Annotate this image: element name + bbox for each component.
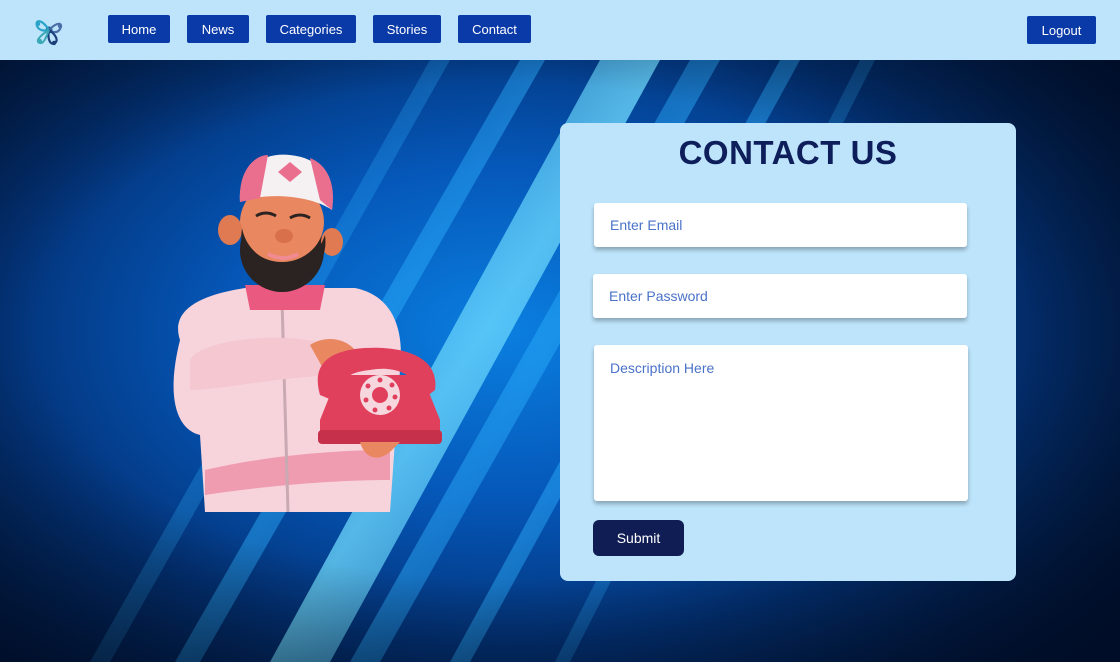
logout-button[interactable]: Logout [1027,16,1096,44]
nav-contact-button[interactable]: Contact [458,15,531,43]
email-input[interactable] [594,203,967,247]
submit-button[interactable]: Submit [593,520,684,556]
contact-title: CONTACT US [678,134,898,171]
top-navbar: Home News Categories Stories Contact Log… [0,0,1120,60]
nav-stories-button[interactable]: Stories [373,15,441,43]
password-input[interactable] [593,274,967,318]
nav-categories-button[interactable]: Categories [266,15,356,43]
nav-news-button[interactable]: News [187,15,249,43]
molecule-logo-icon[interactable] [29,10,69,50]
nav-home-button[interactable]: Home [108,15,170,43]
man-with-telephone-illustration [160,150,450,515]
description-textarea[interactable] [594,345,968,501]
